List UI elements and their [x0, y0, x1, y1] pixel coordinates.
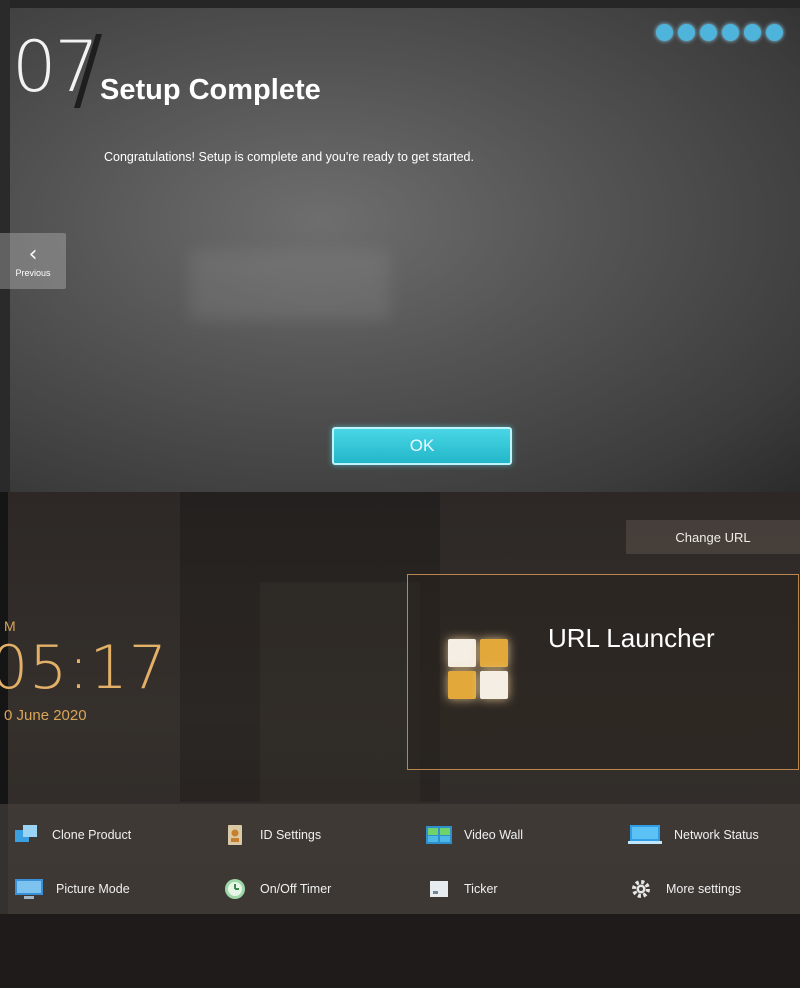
previous-label: Previous [15, 267, 51, 278]
clone-product-icon [15, 825, 37, 842]
url-launcher-card[interactable]: URL Launcher [407, 574, 799, 770]
clock-date: 0 June 2020 [4, 707, 87, 724]
menu-item-on-off-timer[interactable]: On/Off Timer [222, 876, 331, 902]
previous-button[interactable]: ‹ Previous [0, 233, 66, 289]
clock-ampm: M [4, 618, 16, 634]
step-dot [744, 24, 761, 41]
video-wall-icon [426, 826, 452, 844]
menu-item-picture-mode[interactable]: Picture Mode [14, 876, 130, 902]
on-off-timer-icon [225, 879, 245, 899]
menu-item-label: Picture Mode [56, 882, 130, 896]
change-url-button[interactable]: Change URL [626, 520, 800, 554]
quick-settings-menu: Clone Product ID Settings Video Wall Net… [0, 804, 800, 914]
background-shading [260, 582, 420, 802]
step-dot [766, 24, 783, 41]
gear-icon [632, 880, 650, 898]
url-launcher-title: URL Launcher [548, 623, 715, 653]
menu-item-id-settings[interactable]: ID Settings [222, 822, 321, 848]
setup-complete-screen: 07 Setup Complete Congratulations! Setup… [0, 0, 800, 492]
step-progress-indicator [656, 24, 783, 41]
monitor-bottom-area [0, 914, 800, 988]
step-slash-decoration [74, 34, 102, 108]
grid-tiles-icon [448, 639, 510, 701]
menu-item-label: ID Settings [260, 828, 322, 842]
menu-item-label: Ticker [464, 882, 498, 896]
menu-item-label: Network Status [674, 828, 759, 842]
network-status-icon [628, 825, 662, 844]
clock-time: 05:17 [0, 633, 168, 703]
step-dot [700, 24, 717, 41]
chevron-left-icon: ‹ [28, 241, 38, 267]
menu-item-network-status[interactable]: Network Status [628, 822, 759, 848]
ok-button[interactable]: OK [332, 427, 512, 465]
menu-item-label: Video Wall [464, 828, 524, 842]
menu-item-label: Clone Product [52, 828, 132, 842]
step-dot [678, 24, 695, 41]
menu-item-video-wall[interactable]: Video Wall [426, 822, 523, 848]
setup-description: Congratulations! Setup is complete and y… [104, 150, 474, 164]
menu-item-clone-product[interactable]: Clone Product [14, 822, 131, 848]
menu-item-label: On/Off Timer [260, 882, 332, 896]
screen-reflection [190, 250, 390, 320]
page-title: Setup Complete [100, 74, 321, 106]
home-screen: Change URL M 05:17 0 June 2020 URL Launc… [0, 492, 800, 988]
menu-item-more-settings[interactable]: More settings [628, 876, 741, 902]
ticker-icon [430, 881, 448, 897]
monitor-bezel-top [0, 0, 800, 8]
picture-mode-icon [15, 879, 43, 899]
step-dot [722, 24, 739, 41]
menu-item-label: More settings [666, 882, 742, 896]
id-settings-icon [228, 825, 242, 845]
menu-item-ticker[interactable]: Ticker [426, 876, 498, 902]
step-dot [656, 24, 673, 41]
